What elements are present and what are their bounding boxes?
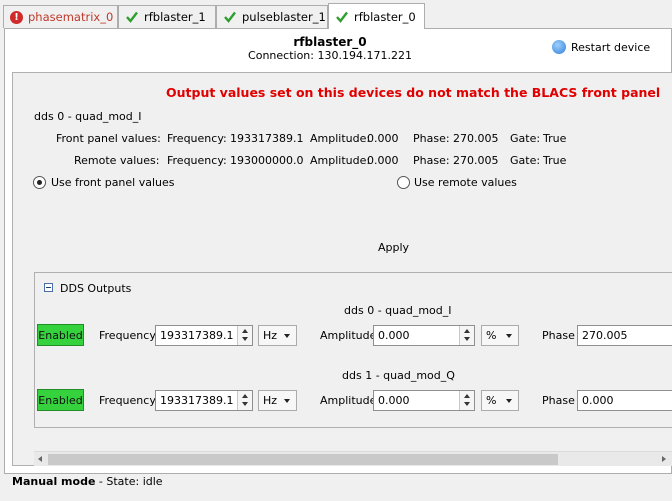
frequency-spinbox[interactable]: 193317389.1 [155,325,253,346]
scroll-right-icon[interactable] [662,456,666,462]
frequency-unit-value: Hz [263,329,278,342]
tab-bar: ! phasematrix_0 rfblaster_1 pulseblaster… [0,0,672,29]
frequency-unit-select[interactable]: Hz [258,325,297,346]
amplitude-unit-select[interactable]: % [481,390,519,411]
restart-device-button[interactable]: Restart device [552,40,650,54]
front-panel-label: Front panel values: [56,132,161,145]
amplitude-unit-value: % [486,329,497,342]
spin-arrows[interactable] [459,391,474,410]
amplitude-unit-select[interactable]: % [481,325,519,346]
front-amplitude-value: 0.000 [367,132,399,145]
tab-pulseblaster-1[interactable]: pulseblaster_1 [216,5,328,28]
chevron-down-icon [506,334,512,338]
remote-phase-label: Phase: [413,154,450,167]
phase-label: Phase [542,394,575,407]
tab-rfblaster-1[interactable]: rfblaster_1 [118,5,216,28]
amplitude-unit-value: % [486,394,497,407]
front-phase-value: 270.005 [453,132,499,145]
collapse-icon[interactable] [44,283,53,292]
frequency-unit-value: Hz [263,394,278,407]
spin-arrows[interactable] [237,391,252,410]
frequency-label: Frequency [99,394,156,407]
amplitude-value: 0.000 [378,329,410,342]
remote-amplitude-label: Amplitude: [310,154,371,167]
remote-gate-label: Gate: [510,154,541,167]
tab-label: pulseblaster_1 [242,10,326,24]
remote-phase-value: 270.005 [453,154,499,167]
front-phase-label: Phase: [413,132,450,145]
dds-outputs-title: DDS Outputs [60,282,132,295]
enabled-toggle-button[interactable]: Enabled [37,324,84,346]
status-bar: Manual mode - State: idle [12,475,163,488]
tab-label: rfblaster_0 [354,9,416,24]
use-front-panel-radio[interactable] [33,176,46,189]
phase-value: 0.000 [582,394,614,407]
scroll-left-icon[interactable] [38,456,42,462]
chevron-down-icon [284,334,290,338]
checkmark-icon [336,11,348,23]
frequency-label: Frequency [99,329,156,342]
frequency-unit-select[interactable]: Hz [258,390,297,411]
remote-frequency-value: 193000000.0 [230,154,304,167]
amplitude-value: 0.000 [378,394,410,407]
error-icon: ! [10,10,23,24]
state-label: - State: idle [95,475,163,488]
amplitude-label: Amplitude [320,394,377,407]
scrollbar-thumb[interactable] [48,454,558,465]
front-gate-label: Gate: [510,132,541,145]
front-frequency-label: Frequency: [167,132,227,145]
spin-arrows[interactable] [459,326,474,345]
warning-message: Output values set on this devices do not… [166,85,661,100]
use-front-panel-label[interactable]: Use front panel values [51,176,175,189]
amplitude-spinbox[interactable]: 0.000 [373,325,475,346]
phase-value: 270.005 [582,329,628,342]
tab-label: rfblaster_1 [144,10,206,24]
restart-icon [552,40,566,54]
spin-arrows[interactable] [237,326,252,345]
dds-channel-name: dds 0 - quad_mod_I [344,304,452,317]
amplitude-spinbox[interactable]: 0.000 [373,390,475,411]
front-frequency-value: 193317389.1 [230,132,304,145]
checkmark-icon [126,11,138,23]
phase-spinbox[interactable]: 0.000 [577,390,672,411]
phase-spinbox[interactable]: 270.005 [577,325,672,346]
mode-label: Manual mode [12,475,96,488]
use-remote-radio[interactable] [397,176,410,189]
chevron-down-icon [284,399,290,403]
frequency-value: 193317389.1 [160,329,234,342]
chevron-down-icon [506,399,512,403]
phase-label: Phase [542,329,575,342]
horizontal-scrollbar[interactable] [34,451,672,466]
tab-phasematrix-0[interactable]: ! phasematrix_0 [3,5,118,28]
warning-channel: dds 0 - quad_mod_I [34,110,142,123]
remote-amplitude-value: 0.000 [367,154,399,167]
frequency-spinbox[interactable]: 193317389.1 [155,390,253,411]
remote-frequency-label: Frequency: [167,154,227,167]
front-gate-value: True [543,132,567,145]
tab-rfblaster-0[interactable]: rfblaster_0 [328,3,425,29]
amplitude-label: Amplitude [320,329,377,342]
apply-button[interactable]: Apply [378,241,409,254]
remote-gate-value: True [543,154,567,167]
dds-channel-name: dds 1 - quad_mod_Q [342,369,455,382]
checkmark-icon [224,11,236,23]
front-amplitude-label: Amplitude: [310,132,371,145]
enabled-toggle-button[interactable]: Enabled [37,389,84,411]
use-remote-label[interactable]: Use remote values [414,176,517,189]
restart-label: Restart device [571,40,651,54]
tab-label: phasematrix_0 [28,10,114,24]
remote-label: Remote values: [74,154,160,167]
frequency-value: 193317389.1 [160,394,234,407]
